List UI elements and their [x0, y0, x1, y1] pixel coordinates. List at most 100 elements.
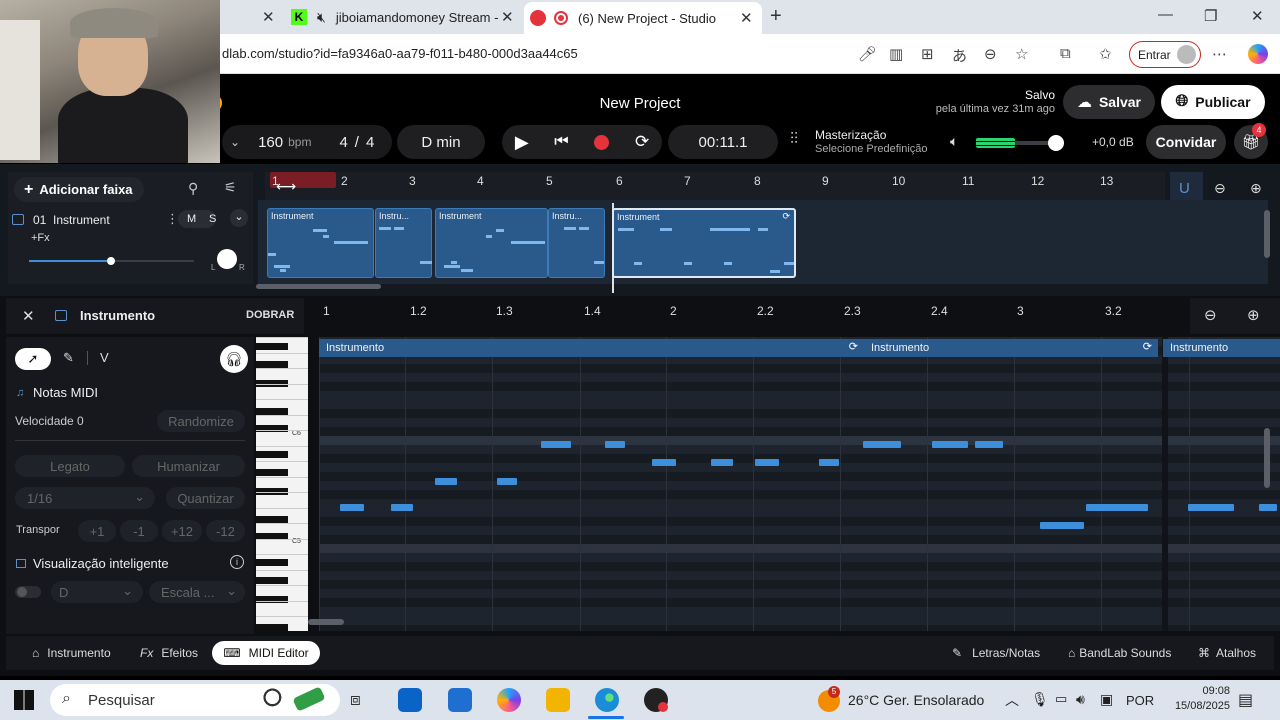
bpm-value[interactable]: 160: [258, 134, 283, 151]
zoom-in-icon[interactable]: ⊕: [1247, 306, 1260, 324]
url-field[interactable]: dlab.com/studio?id=fa9346a0-aa79-f011-b4…: [222, 46, 578, 61]
invite-button[interactable]: Convidar: [1146, 125, 1226, 159]
midi-note[interactable]: [391, 504, 413, 511]
more-menu-icon[interactable]: ⋯: [1212, 45, 1227, 63]
microphone-icon[interactable]: 🎤︎: [858, 45, 877, 63]
minimize-icon[interactable]: —: [1158, 6, 1173, 23]
track-clip[interactable]: Instru...: [548, 208, 605, 278]
transpose-minus12-button[interactable]: -12: [206, 520, 245, 542]
midi-note[interactable]: [863, 441, 901, 448]
zoom-out-icon[interactable]: ⊖: [1204, 306, 1217, 324]
close-window-icon[interactable]: ✕: [1251, 7, 1264, 25]
zoom-in-icon[interactable]: ⊕: [1250, 180, 1262, 197]
language-indicator[interactable]: POR: [1126, 693, 1154, 708]
midi-note[interactable]: [755, 459, 779, 466]
play-icon[interactable]: ▶: [515, 132, 529, 153]
piano-black-key[interactable]: [256, 361, 288, 368]
automation-icon[interactable]: ⚟: [224, 179, 237, 196]
midi-note[interactable]: [975, 441, 1003, 448]
store-icon[interactable]: [448, 688, 472, 712]
microphone-tray-icon[interactable]: 🎙︎: [1031, 691, 1049, 708]
quantize-button[interactable]: Quantizar: [166, 487, 245, 509]
select-tool-button[interactable]: ➚: [15, 348, 51, 370]
editor-vscrollbar[interactable]: [1264, 428, 1270, 488]
tab-effects[interactable]: Fx Efeitos: [140, 641, 198, 665]
track-vscrollbar[interactable]: [1264, 210, 1270, 258]
shortcuts-button[interactable]: ⌘ Atalhos: [1198, 641, 1256, 665]
midi-note[interactable]: [541, 441, 571, 448]
battery-icon[interactable]: ▭: [1055, 691, 1067, 707]
track-name[interactable]: Instrument: [53, 213, 110, 227]
favorite-star-icon[interactable]: ☆: [1015, 45, 1028, 63]
lyrics-notes-button[interactable]: ✎ Letras/Notas: [952, 641, 1040, 665]
tempo-meter-control[interactable]: ⌄ 160 bpm 4 / 4: [222, 125, 392, 159]
meter-numerator[interactable]: 4: [339, 134, 347, 151]
fold-button[interactable]: DOBRAR: [246, 309, 294, 321]
info-icon[interactable]: i: [230, 555, 244, 569]
note-grid[interactable]: [319, 337, 1280, 631]
reading-mode-icon[interactable]: ▥: [889, 45, 903, 63]
piano-black-key[interactable]: [256, 451, 288, 458]
transpose-plus12-button[interactable]: +12: [162, 520, 202, 542]
piano-black-key[interactable]: [256, 516, 288, 523]
midi-note[interactable]: [711, 459, 733, 466]
fx-button[interactable]: +Fx: [31, 232, 50, 244]
bandlab-sounds-button[interactable]: ⌂ BandLab Sounds: [1068, 641, 1171, 665]
mastering-control[interactable]: ⫶⫶ Masterização Selecione Predefinição: [790, 128, 940, 158]
tab-instrument[interactable]: ⌂ Instrumento: [32, 641, 111, 665]
track-clip[interactable]: Instrument ⟳: [612, 208, 796, 278]
quantize-grid-select[interactable]: 1/16 ⌄: [15, 487, 155, 509]
piano-black-key[interactable]: [256, 469, 288, 476]
restore-icon[interactable]: ❐: [1204, 7, 1217, 25]
solo-button[interactable]: S: [209, 213, 216, 225]
tab-stream[interactable]: K 🔇︎ jiboiamandomoney Stream - ✕: [285, 0, 523, 34]
task-view-icon[interactable]: ⧈: [350, 690, 361, 710]
outlook-icon[interactable]: [398, 688, 422, 712]
favorites-icon[interactable]: ✩: [1099, 45, 1112, 63]
speaker-icon[interactable]: 🔈︎: [950, 133, 958, 150]
expand-chevron-icon[interactable]: ⌄: [230, 209, 248, 227]
track-clip[interactable]: Instrument: [435, 208, 548, 278]
humanize-button[interactable]: Humanizar: [132, 455, 245, 477]
randomize-button[interactable]: Randomize: [157, 410, 245, 432]
timeline-ruler[interactable]: [265, 172, 1165, 200]
midi-region[interactable]: Instrumento: [1163, 339, 1280, 357]
track-volume-knob[interactable]: [107, 257, 116, 265]
midi-note[interactable]: [1188, 504, 1234, 511]
tuner-icon[interactable]: ⚲: [188, 180, 198, 197]
extensions-icon[interactable]: ⧉: [1060, 45, 1071, 62]
save-button[interactable]: ☁︎ Salvar: [1063, 85, 1155, 119]
key-selector[interactable]: D min: [397, 125, 485, 159]
midi-region[interactable]: Instrumento ⟳: [864, 339, 1158, 357]
publish-button[interactable]: 🌐︎ Publicar: [1161, 85, 1265, 119]
new-tab-icon[interactable]: +: [770, 5, 782, 28]
midi-note[interactable]: [340, 504, 364, 511]
show-hidden-icons-icon[interactable]: ︿: [1005, 690, 1019, 710]
pan-knob[interactable]: [217, 249, 237, 269]
midi-region[interactable]: Instrumento ⟳: [319, 339, 864, 357]
notifications-icon[interactable]: ▤: [1238, 690, 1253, 710]
editor-hscrollbar[interactable]: [308, 619, 344, 625]
add-track-button[interactable]: + Adicionar faixa: [14, 177, 144, 202]
transpose-minus1-button[interactable]: -1: [120, 520, 158, 542]
zoom-out-icon[interactable]: ⊖: [984, 45, 997, 63]
editor-ruler[interactable]: [310, 298, 1190, 328]
zoom-out-icon[interactable]: ⊖: [1214, 180, 1226, 197]
sign-in-button[interactable]: Entrar: [1129, 41, 1201, 68]
piano-black-key[interactable]: [256, 577, 288, 584]
headphones-icon[interactable]: 🎧︎: [220, 345, 248, 373]
pencil-tool-icon[interactable]: ✎: [63, 350, 74, 366]
tab-midi-editor[interactable]: ⌨︎ MIDI Editor: [212, 641, 320, 665]
clock[interactable]: 09:08 15/08/2025: [1170, 684, 1230, 714]
midi-note[interactable]: [497, 478, 517, 485]
midi-note[interactable]: [819, 459, 839, 466]
piano-keyboard[interactable]: C6 C5: [256, 337, 308, 631]
close-tab-icon[interactable]: ✕: [262, 8, 275, 26]
track-clip[interactable]: Instru...: [375, 208, 432, 278]
midi-note[interactable]: [932, 441, 968, 448]
chevron-down-icon[interactable]: ⌄: [230, 135, 240, 149]
piano-black-key[interactable]: [256, 343, 288, 350]
close-tab-icon[interactable]: ✕: [501, 8, 514, 26]
copilot-taskbar-icon[interactable]: [497, 688, 521, 712]
midi-note[interactable]: [1040, 522, 1084, 529]
